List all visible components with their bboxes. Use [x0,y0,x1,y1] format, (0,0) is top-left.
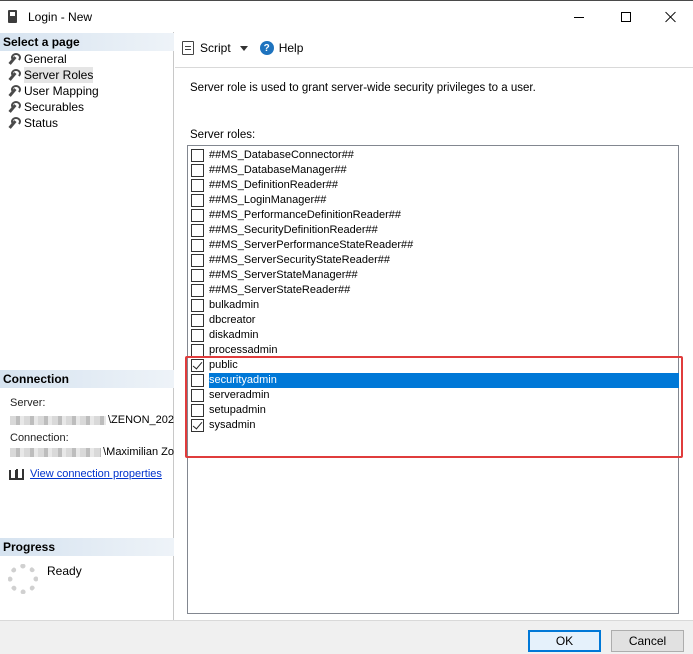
role-item[interactable]: ##MS_DatabaseConnector## [189,148,679,163]
role-label: ##MS_ServerStateManager## [209,269,358,281]
role-label: dbcreator [209,314,256,326]
page-item-label: Server Roles [24,67,94,83]
role-label: ##MS_ServerPerformanceStateReader## [209,239,414,251]
title-bar: Login - New [0,0,693,32]
script-label: Script [200,41,231,55]
cancel-button[interactable]: Cancel [611,630,684,652]
role-label: ##MS_ServerSecurityStateReader## [209,254,390,266]
close-button[interactable] [648,1,693,33]
select-page-header: Select a page [0,33,174,51]
progress-status: Ready [47,564,82,578]
wrench-icon [6,101,21,113]
page-item-general[interactable]: General [6,51,67,67]
role-checkbox[interactable] [191,299,204,312]
page-item-status[interactable]: Status [6,115,58,131]
plug-icon [8,468,24,480]
role-label: ##MS_DefinitionReader## [209,179,339,191]
server-value: \ZENON_202 [107,414,174,426]
role-checkbox[interactable] [191,254,204,267]
server-label: Server: [10,397,46,409]
maximize-icon [621,12,631,22]
role-item[interactable]: ##MS_DefinitionReader## [189,178,679,193]
wrench-icon [6,69,21,81]
role-checkbox[interactable] [191,224,204,237]
connection-label: Connection: [10,432,69,444]
progress-header: Progress [0,538,174,556]
role-label: ##MS_PerformanceDefinitionReader## [209,209,401,221]
redacted-block [10,415,106,425]
wrench-icon [6,117,21,129]
role-item[interactable]: ##MS_PerformanceDefinitionReader## [189,208,679,223]
help-label: Help [278,41,304,55]
role-checkbox[interactable] [191,179,204,192]
server-value-row: \ZENON_202 [10,414,174,426]
minimize-icon [574,16,584,18]
role-item[interactable]: ##MS_ServerStateReader## [189,283,679,298]
view-connection-row: View connection properties [8,468,162,480]
role-item[interactable]: ##MS_ServerPerformanceStateReader## [189,238,679,253]
role-item[interactable]: ##MS_SecurityDefinitionReader## [189,223,679,238]
role-checkbox[interactable] [191,269,204,282]
role-checkbox[interactable] [191,284,204,297]
redacted-block [10,447,102,457]
role-checkbox[interactable] [191,149,204,162]
dialog-footer: OK Cancel [0,620,693,654]
role-label: ##MS_SecurityDefinitionReader## [209,224,378,236]
left-pane: Select a page General Server Roles User … [0,32,174,620]
role-checkbox[interactable] [191,194,204,207]
role-checkbox[interactable] [191,164,204,177]
page-item-server-roles[interactable]: Server Roles [6,67,94,83]
role-checkbox[interactable] [191,239,204,252]
role-label: ##MS_LoginManager## [209,194,327,206]
role-label: ##MS_DatabaseConnector## [209,149,354,161]
app-icon [8,10,17,23]
help-button[interactable]: ? Help [259,41,304,55]
minimize-button[interactable] [556,1,602,33]
page-item-user-mapping[interactable]: User Mapping [6,83,99,99]
toolbar-divider [175,67,693,68]
page-item-label: Securables [24,100,85,114]
role-label: ##MS_ServerStateReader## [209,284,351,296]
role-item[interactable]: diskadmin [189,328,679,343]
role-checkbox[interactable] [191,329,204,342]
page-item-label: General [24,52,67,66]
progress-spinner-icon [8,564,38,594]
script-button[interactable]: Script [182,41,248,55]
role-item[interactable]: dbcreator [189,313,679,328]
role-item[interactable]: bulkadmin [189,298,679,313]
help-icon: ? [259,41,274,55]
right-pane: Script ? Help Server role is used to gra… [175,32,693,620]
description-text: Server role is used to grant server-wide… [190,82,536,94]
role-label: ##MS_DatabaseManager## [209,164,347,176]
role-label: bulkadmin [209,299,260,311]
script-icon [182,41,194,55]
role-item[interactable]: ##MS_LoginManager## [189,193,679,208]
chevron-down-icon[interactable] [239,45,248,51]
page-item-label: User Mapping [24,84,99,98]
role-label: diskadmin [209,329,259,341]
page-item-securables[interactable]: Securables [6,99,84,115]
connection-value: \Maximilian Zo [103,446,174,458]
annotation-highlight-box [185,356,683,458]
toolbar: Script ? Help [175,32,693,64]
window-title: Login - New [28,10,93,24]
wrench-icon [6,85,21,97]
ok-button[interactable]: OK [528,630,601,652]
role-item[interactable]: ##MS_DatabaseManager## [189,163,679,178]
view-connection-link[interactable]: View connection properties [30,468,162,480]
maximize-button[interactable] [603,1,649,33]
role-item[interactable]: ##MS_ServerSecurityStateReader## [189,253,679,268]
role-item[interactable]: ##MS_ServerStateManager## [189,268,679,283]
server-roles-label: Server roles: [190,129,256,141]
role-checkbox[interactable] [191,209,204,222]
wrench-icon [6,53,21,65]
role-checkbox[interactable] [191,314,204,327]
page-item-label: Status [24,116,59,130]
close-icon [665,11,677,23]
connection-value-row: \Maximilian Zo [10,446,174,458]
connection-header: Connection [0,370,174,388]
